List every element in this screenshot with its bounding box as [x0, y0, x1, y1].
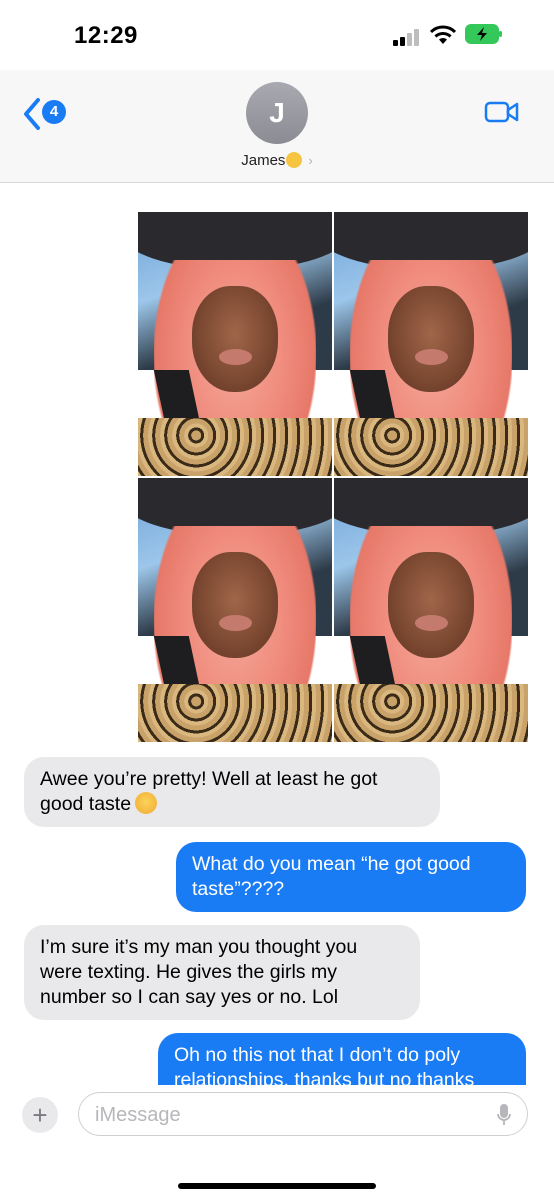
- unread-count-badge: 4: [42, 100, 66, 124]
- photo-attachment[interactable]: [130, 210, 530, 744]
- photo-tile: [334, 212, 528, 476]
- avatar[interactable]: J: [246, 82, 308, 144]
- clock: 12:29: [74, 22, 138, 49]
- received-message-bubble[interactable]: Awee you’re pretty! Well at least he got…: [24, 757, 440, 827]
- message-text: What do you mean “he got good taste”????: [192, 853, 471, 900]
- battery-charging-icon: [465, 24, 502, 44]
- message-text: Oh no this not that I don’t do poly rela…: [174, 1044, 475, 1085]
- contact-name: James: [241, 152, 286, 169]
- hugging-face-emoji-icon: [135, 792, 158, 814]
- microphone-icon[interactable]: [497, 1103, 511, 1127]
- message-text: Awee you’re pretty! Well at least he got…: [40, 768, 378, 815]
- imessage-input[interactable]: [93, 1101, 477, 1129]
- home-indicator[interactable]: [178, 1183, 376, 1189]
- photo-tile: [334, 478, 528, 742]
- cellular-signal-icon: [393, 28, 423, 46]
- photo-tile: [138, 478, 332, 742]
- status-bar: 12:29: [0, 0, 554, 70]
- sent-message-bubble[interactable]: Oh no this not that I don’t do poly rela…: [158, 1033, 526, 1085]
- contact-name-button[interactable]: James ›: [0, 152, 554, 169]
- apps-plus-button[interactable]: +: [22, 1097, 58, 1133]
- received-message-bubble[interactable]: I’m sure it’s my man you thought you wer…: [24, 925, 420, 1020]
- conversation-header: 4 J James ›: [0, 70, 554, 183]
- wifi-icon: [430, 25, 456, 44]
- message-composer[interactable]: [78, 1092, 528, 1136]
- smiling-emoji-icon: [286, 152, 303, 168]
- video-call-icon[interactable]: [484, 100, 520, 124]
- photo-tile: [138, 212, 332, 476]
- sent-message-bubble[interactable]: What do you mean “he got good taste”????: [176, 842, 526, 912]
- chevron-right-icon: ›: [308, 153, 313, 168]
- message-text: I’m sure it’s my man you thought you wer…: [40, 936, 358, 1008]
